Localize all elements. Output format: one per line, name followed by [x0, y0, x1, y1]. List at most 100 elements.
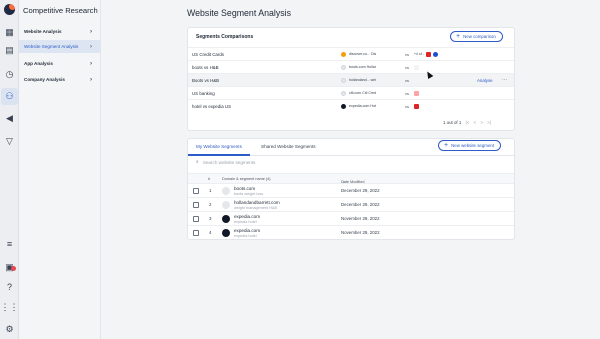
last-page-icon[interactable]: >|	[487, 120, 491, 125]
new-comparison-button[interactable]: + New comparison	[450, 31, 503, 42]
table-row[interactable]: 1 boots.com boots weight loss December 2…	[188, 184, 514, 198]
sidebar-item-label: Company Analysis	[24, 77, 65, 82]
row-checkbox[interactable]	[193, 216, 199, 222]
chevron-right-icon: ›	[90, 43, 92, 50]
site-favicon-icon	[222, 229, 230, 237]
site-favicon-icon	[222, 187, 230, 195]
sidebar-item-app-analysis[interactable]: App Analysis ›	[19, 57, 100, 70]
megaphone-icon[interactable]: ◀	[4, 113, 15, 124]
row-index: 4	[209, 230, 212, 235]
site-favicon-icon	[341, 64, 346, 70]
row-segment-name: expedia hotel	[234, 220, 257, 224]
competitor-favicon-icon	[414, 90, 419, 96]
competitor-favicon-icon	[426, 51, 432, 57]
funnel-icon[interactable]: ▽	[4, 136, 15, 147]
analyse-button[interactable]: Analyse	[477, 78, 493, 83]
row-domain[interactable]: boots.com	[234, 186, 255, 191]
comparison-row[interactable]: hotel vs expedia US expedia.com Hotels o…	[188, 99, 514, 112]
row-checkbox[interactable]	[193, 202, 199, 208]
column-header-domain[interactable]: Domain & segment name (4)	[222, 177, 271, 181]
row-date: December 29, 2022	[341, 188, 380, 193]
row-domain[interactable]: expedia.com	[234, 228, 260, 233]
site-favicon-icon	[341, 90, 346, 96]
comparison-name: boots vs H&B	[192, 64, 219, 70]
segment-cell: expedia.com Hotels on E...	[341, 103, 376, 109]
button-label: New website segment	[451, 143, 495, 148]
row-checkbox[interactable]	[193, 230, 199, 236]
table-row[interactable]: 4 expedia.com expedia hotel November 29,…	[188, 226, 514, 240]
table-row[interactable]: 3 expedia.com expedia hotel November 29,…	[188, 212, 514, 226]
segments-icon[interactable]: ⚇	[4, 91, 15, 102]
more-count: +4 of...	[414, 52, 425, 56]
comparison-name: hotel vs expedia US	[192, 103, 232, 109]
search-input[interactable]: ⌕ Search website segments	[196, 159, 255, 165]
page-title: Website Segment Analysis	[187, 8, 291, 18]
vs-label: vs	[405, 103, 409, 109]
row-segment-name: weight management H&B	[234, 206, 278, 210]
site-favicon-icon	[222, 201, 230, 209]
settings-icon[interactable]: ⚙	[4, 324, 15, 335]
vs-label: vs	[405, 51, 409, 57]
tab-shared-website-segments[interactable]: Shared Website Segments	[261, 144, 316, 149]
sidebar-title: Competitive Research	[23, 6, 98, 15]
row-domain[interactable]: expedia.com	[234, 214, 260, 219]
tab-my-website-segments[interactable]: My Website Segments	[196, 144, 242, 149]
dashboard-icon[interactable]: ▦	[4, 27, 15, 38]
sidebar-item-label: Website Segment Analysis	[24, 44, 79, 49]
row-date: December 29, 2022	[341, 202, 380, 207]
first-page-icon[interactable]: |<	[466, 120, 470, 125]
table-row[interactable]: 2 hollandandbarrett.com weight managemen…	[188, 198, 514, 212]
competitor-icons	[414, 77, 419, 83]
competitor-icons	[414, 90, 419, 96]
card-title: Segments Comparisons	[196, 34, 254, 40]
segment-text: hollandand... weight ma...	[349, 78, 376, 82]
new-website-segment-button[interactable]: + New website segment	[438, 140, 502, 151]
plus-icon: +	[456, 33, 461, 40]
comparison-row[interactable]: US Credit Cards discover.co... Discover …	[188, 47, 514, 60]
row-index: 1	[209, 188, 212, 193]
website-segments-card: My Website Segments Shared Website Segme…	[187, 138, 515, 240]
sidebar-item-website-analysis[interactable]: Website Analysis ›	[19, 25, 100, 38]
apps-grid-icon[interactable]: ⋮⋮	[1, 302, 19, 313]
segment-cell: boots.com Hollandand...	[341, 64, 376, 70]
row-date: November 29, 2022	[341, 230, 380, 235]
sidebar-item-label: App Analysis	[24, 61, 53, 66]
comparison-row[interactable]: US banking citi.com Citi Credit ... vs	[188, 86, 514, 99]
site-favicon-icon	[341, 51, 346, 57]
comparison-row[interactable]: Boots vs H&B hollandand... weight ma... …	[188, 73, 514, 86]
site-favicon-icon	[341, 77, 346, 83]
row-checkbox[interactable]	[193, 188, 199, 194]
vs-label: vs	[405, 90, 409, 96]
site-favicon-icon	[222, 215, 230, 223]
row-date: November 29, 2022	[341, 216, 380, 221]
segment-text: expedia.com Hotels on E...	[349, 104, 376, 108]
segment-text: discover.co... Discover - ...	[349, 52, 376, 56]
logo-icon	[4, 4, 15, 15]
active-tab-indicator	[188, 154, 250, 156]
prev-page-icon[interactable]: <	[474, 120, 477, 125]
segments-comparisons-card: Segments Comparisons + New comparison US…	[187, 27, 515, 131]
row-segment-name: expedia hotel	[234, 234, 257, 238]
competitor-favicon-icon	[414, 103, 419, 109]
segment-cell: discover.co... Discover - ...	[341, 51, 376, 57]
search-icon: ⌕	[196, 159, 199, 165]
more-options-icon[interactable]: ···	[502, 77, 507, 83]
icon-rail: ▦ ▤ ◷ ⚇ ◀ ▽ ≡ ▣ ? ⋮⋮ ⚙	[0, 0, 19, 339]
site-favicon-icon	[341, 103, 346, 109]
calendar-icon[interactable]: ▤	[4, 45, 15, 56]
row-domain[interactable]: hollandandbarrett.com	[234, 200, 280, 205]
row-index: 2	[209, 202, 212, 207]
menu-icon[interactable]: ≡	[4, 238, 15, 249]
clock-icon[interactable]: ◷	[4, 69, 15, 80]
comparison-name: Boots vs H&B	[192, 77, 220, 83]
sidebar-item-company-analysis[interactable]: Company Analysis ›	[19, 73, 100, 86]
help-icon[interactable]: ?	[4, 281, 15, 292]
sidebar-item-website-segment-analysis[interactable]: Website Segment Analysis ›	[19, 40, 100, 53]
column-header-number: #	[208, 177, 211, 181]
plus-icon: +	[444, 142, 449, 149]
segment-text: boots.com Hollandand...	[349, 65, 376, 69]
sidebar-item-label: Website Analysis	[24, 29, 62, 34]
comparison-row[interactable]: boots vs H&B boots.com Hollandand... vs	[188, 60, 514, 73]
next-page-icon[interactable]: >	[480, 120, 483, 125]
chevron-right-icon: ›	[90, 76, 92, 83]
